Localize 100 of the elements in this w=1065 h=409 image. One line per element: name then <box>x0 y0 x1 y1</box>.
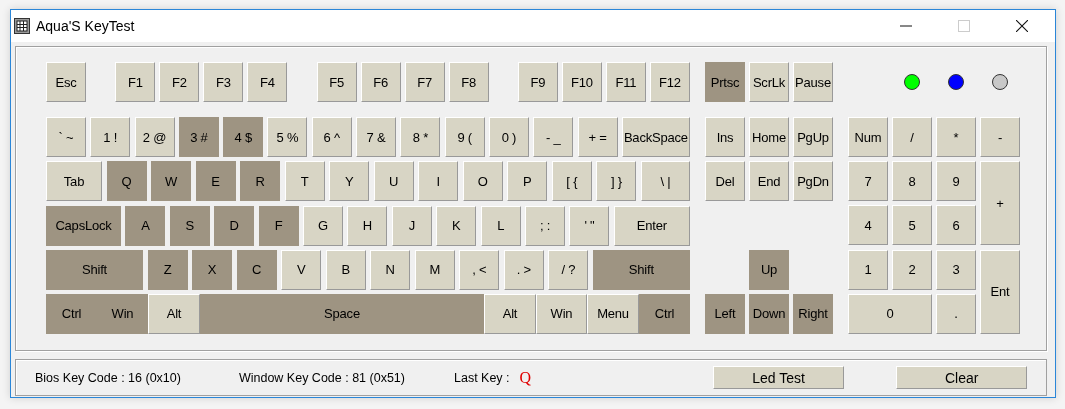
keyboard-key: Del <box>705 161 745 202</box>
keyboard-key: G <box>303 205 344 246</box>
keyboard-key: ] } <box>596 161 637 202</box>
keyboard-key: 2 @ <box>134 117 175 158</box>
keyboard-key: / ? <box>548 249 589 290</box>
keyboard-key: 6 <box>936 205 976 246</box>
keyboard-key: Z <box>147 249 188 290</box>
keyboard-key: Menu <box>587 293 639 334</box>
keyboard-key: T <box>284 161 325 202</box>
keyboard-key: BackSpace <box>621 117 690 158</box>
bios-key-code: Bios Key Code : 16 (0x10) <box>35 370 181 385</box>
keyboard-key: 1 <box>848 249 888 290</box>
keyboard-key: 5 <box>892 205 932 246</box>
keyboard-key: 7 & <box>356 117 397 158</box>
keyboard-key: H <box>347 205 388 246</box>
keyboard-key: Shift <box>46 249 143 290</box>
keyboard-key: ScrLk <box>749 62 789 102</box>
keyboard-key: Ins <box>705 117 745 157</box>
keyboard-key: CapsLock <box>46 205 121 246</box>
keyboard-key: Pause <box>793 62 833 102</box>
last-key-value: Q <box>519 368 532 387</box>
keyboard-key: F1 <box>115 62 156 102</box>
keyboard-key: Up <box>749 249 789 290</box>
keyboard-key: Space <box>200 293 484 334</box>
keyboard-key: [ { <box>551 161 592 202</box>
keyboard-key: F10 <box>562 62 602 102</box>
keyboard-key: Esc <box>46 62 86 102</box>
keyboard-key: / <box>892 117 932 157</box>
keyboard-key: , < <box>459 249 500 290</box>
keyboard-key: Ctrl <box>639 293 690 334</box>
keyboard-key: F5 <box>316 62 357 102</box>
keyboard-key: Alt <box>484 293 536 334</box>
keyboard-key: Shift <box>592 249 690 290</box>
keyboard-key: PgUp <box>793 117 833 157</box>
keyboard-key: 1 ! <box>90 117 131 158</box>
keyboard-key: ' " <box>569 205 610 246</box>
keyboard-key: M <box>414 249 455 290</box>
keyboard-key: 6 ^ <box>311 117 352 158</box>
close-icon[interactable] <box>1016 20 1028 32</box>
app-icon <box>14 18 30 34</box>
keyboard-key: W <box>151 161 192 202</box>
keyboard-key: 8 * <box>400 117 441 158</box>
keyboard-key: Down <box>749 293 789 334</box>
keyboard-key: K <box>436 205 477 246</box>
keyboard-key: PgDn <box>793 161 833 202</box>
keyboard-key: 8 <box>892 161 932 202</box>
keyboard-key: J <box>391 205 432 246</box>
keyboard-key: Y <box>329 161 370 202</box>
keyboard-key: . > <box>503 249 544 290</box>
action-button[interactable]: Clear <box>896 366 1028 389</box>
keyboard-key: O <box>462 161 503 202</box>
keyboard-key: 9 ( <box>444 117 485 158</box>
keyboard-key: F <box>258 205 299 246</box>
keyboard-key: Win <box>536 293 587 334</box>
keyboard-key: 3 <box>936 249 976 290</box>
keyboard-key: * <box>936 117 976 157</box>
keyboard-key: F12 <box>650 62 690 102</box>
keyboard-key: - _ <box>533 117 574 158</box>
keyboard-key: F9 <box>518 62 558 102</box>
keyboard-key: E <box>195 161 236 202</box>
keyboard-key: - <box>980 117 1020 157</box>
last-key-label: Last Key : <box>454 370 510 385</box>
keyboard-key: 0 <box>848 293 932 334</box>
keyboard-key: Left <box>705 293 745 334</box>
keyboard-key: U <box>373 161 414 202</box>
keyboard-key: F8 <box>448 62 489 102</box>
keyboard-key: Ctrl <box>46 293 97 334</box>
keyboard-key: End <box>749 161 789 202</box>
keyboard-key: C <box>236 249 277 290</box>
keyboard-key: 4 <box>848 205 888 246</box>
keyboard-key: ; : <box>525 205 566 246</box>
keyboard-key: F7 <box>404 62 445 102</box>
keyboard-key: S <box>169 205 210 246</box>
keyboard-key: 7 <box>848 161 888 202</box>
action-button[interactable]: Led Test <box>713 366 845 389</box>
keyboard-key: 0 ) <box>488 117 529 158</box>
keyboard-key: + <box>980 161 1020 246</box>
keyboard-key: Num <box>848 117 888 157</box>
keyboard-key: Home <box>749 117 789 157</box>
keyboard-key: X <box>192 249 233 290</box>
keyboard-key: N <box>370 249 411 290</box>
keyboard-key: F11 <box>606 62 646 102</box>
keyboard-key: F3 <box>203 62 244 102</box>
keyboard-key: R <box>240 161 281 202</box>
window-title: Aqua'S KeyTest <box>36 18 135 34</box>
keyboard-key: 9 <box>936 161 976 202</box>
keyboard-key: . <box>936 293 976 334</box>
keyboard-key: A <box>125 205 166 246</box>
keyboard-key: Ent <box>980 249 1020 334</box>
window-key-code: Window Key Code : 81 (0x51) <box>238 370 405 385</box>
keyboard-key: P <box>507 161 548 202</box>
keyboard-key: F2 <box>159 62 200 102</box>
keyboard-key: B <box>325 249 366 290</box>
keyboard-key: \ | <box>640 161 690 202</box>
keyboard-key: D <box>214 205 255 246</box>
keyboard-key: V <box>281 249 322 290</box>
keyboard-key: Right <box>793 293 833 334</box>
keyboard-key: Q <box>106 161 147 202</box>
keyboard-key: F4 <box>247 62 288 102</box>
keyboard-key: 3 # <box>178 117 219 158</box>
